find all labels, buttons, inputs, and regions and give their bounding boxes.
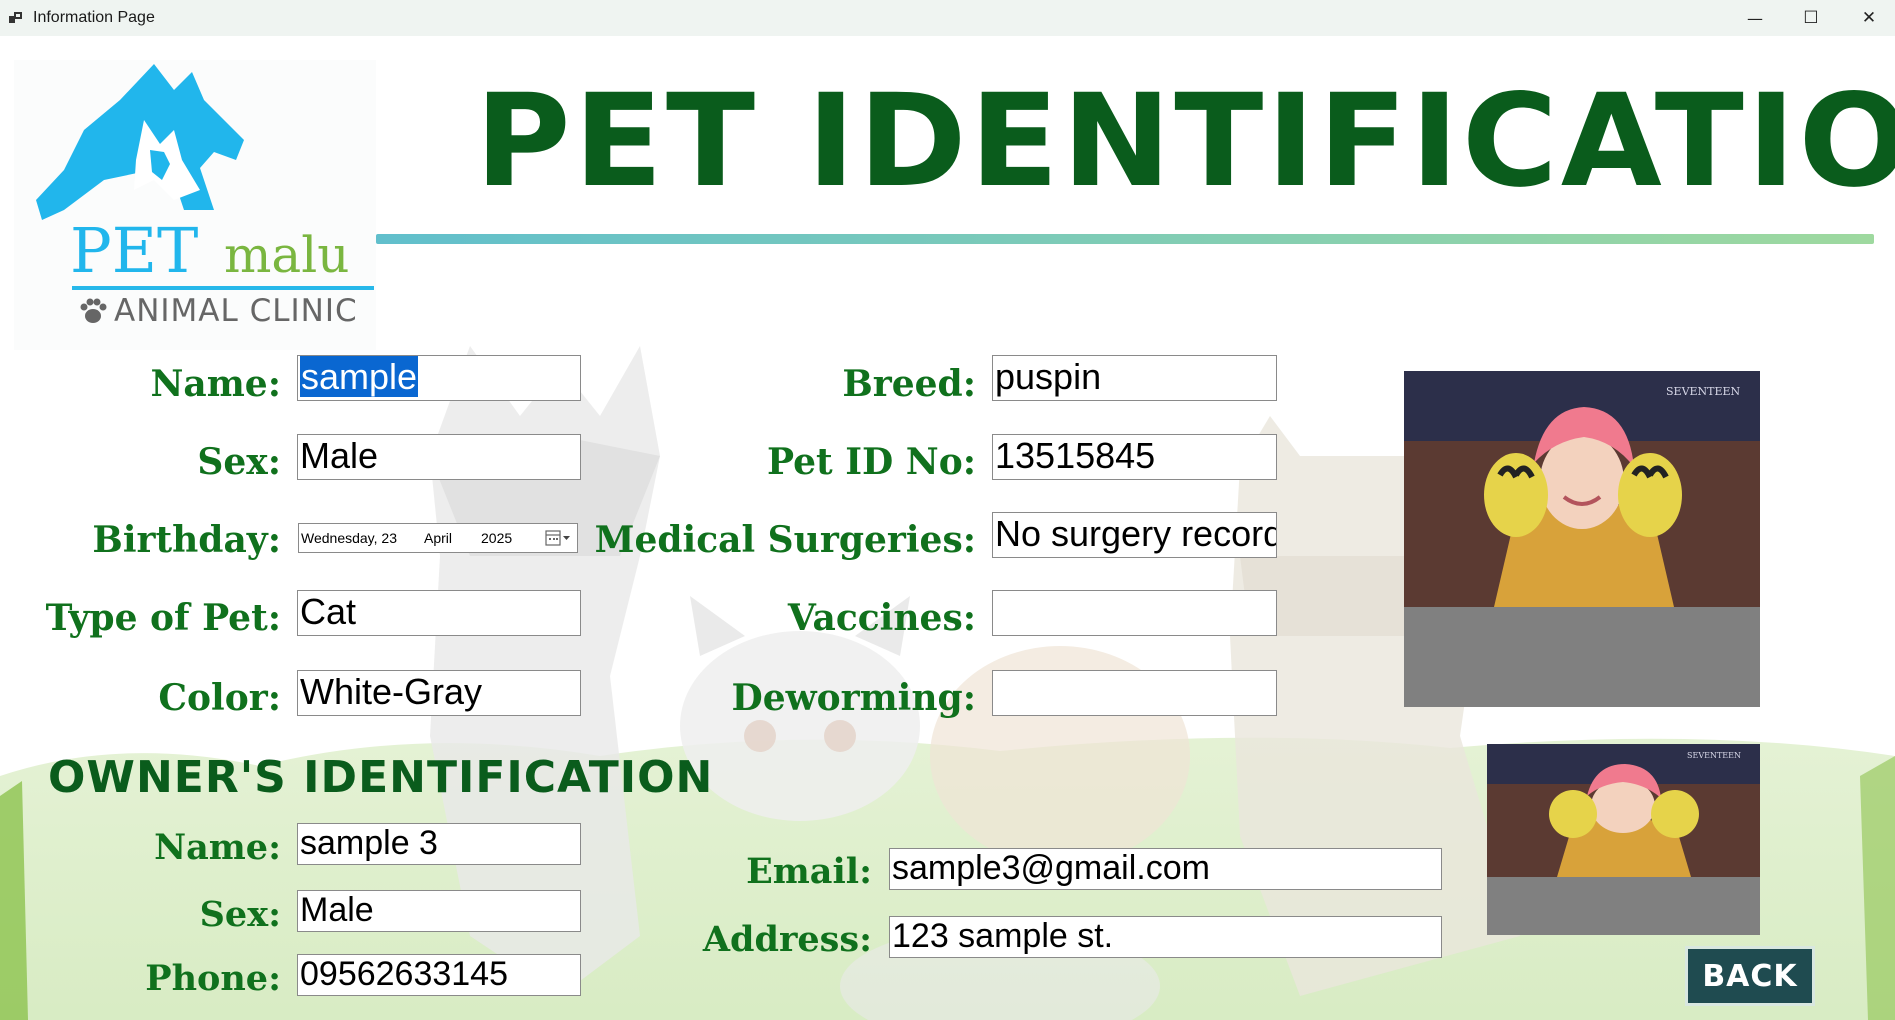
owner-name-label: Name: [154, 827, 281, 868]
pet-vaccines-input[interactable] [992, 590, 1277, 636]
pet-breed-label: Breed: [842, 363, 976, 405]
birthday-year: 2025 [481, 530, 513, 546]
title-divider [376, 234, 1874, 244]
pet-breed-input[interactable]: puspin [992, 355, 1277, 401]
pet-color-label: Color: [158, 677, 281, 719]
owner-photo-image: SEVENTEEN [1487, 744, 1760, 877]
logo-clinic-name: ANIMAL CLINIC [114, 293, 358, 329]
birthday-weekday-day: Wednesday, 23 [301, 530, 397, 546]
pet-name-input[interactable]: sample [297, 355, 581, 401]
close-button[interactable]: ✕ [1840, 0, 1895, 36]
title-bar: Information Page — ☐ ✕ [0, 0, 1895, 36]
owner-address-label: Address: [702, 919, 872, 960]
pet-name-value: sample [300, 356, 419, 397]
paw-icon [80, 298, 107, 323]
pet-id-input[interactable]: 13515845 [992, 434, 1277, 480]
page-title: PET IDENTIFICATION [475, 67, 1895, 216]
pet-type-input[interactable]: Cat [297, 590, 581, 636]
owner-section-title: OWNER'S IDENTIFICATION [48, 752, 714, 803]
pet-photo[interactable]: SEVENTEEN [1404, 371, 1760, 707]
clinic-logo: PET malu ANIMAL CLINIC [14, 60, 376, 350]
pet-birthday-picker[interactable]: Wednesday, 23 April 2025 [298, 523, 578, 553]
owner-email-label: Email: [746, 851, 872, 892]
window-title: Information Page [33, 9, 155, 26]
logo-underline [72, 286, 374, 290]
owner-address-input[interactable]: 123 sample st. [889, 916, 1442, 958]
owner-email-input[interactable]: sample3@gmail.com [889, 848, 1442, 890]
minimize-icon: — [1747, 8, 1763, 28]
logo-brand-malu: malu [224, 226, 350, 284]
minimize-button[interactable]: — [1726, 0, 1784, 36]
pet-deworming-input[interactable] [992, 670, 1277, 716]
owner-photo[interactable]: SEVENTEEN [1487, 744, 1760, 935]
app-icon [9, 12, 22, 23]
photo-watermark: SEVENTEEN [1666, 385, 1741, 398]
pet-surgeries-input[interactable]: No surgery record [992, 512, 1277, 558]
back-button[interactable]: BACK [1685, 946, 1815, 1006]
pet-sex-input[interactable]: Male [297, 434, 581, 480]
pet-vaccines-label: Vaccines: [787, 597, 976, 639]
owner-sex-input[interactable]: Male [297, 890, 581, 932]
pet-birthday-label: Birthday: [92, 519, 281, 561]
owner-photo-watermark: SEVENTEEN [1687, 751, 1741, 760]
pet-name-label: Name: [150, 363, 281, 405]
close-icon: ✕ [1861, 8, 1877, 28]
main-panel: PET malu ANIMAL CLINIC PET IDENTIFICATIO… [0, 36, 1895, 1020]
pet-type-label: Type of Pet: [45, 597, 281, 639]
maximize-icon: ☐ [1803, 8, 1819, 28]
logo-brand-pet: PET [70, 214, 199, 287]
maximize-button[interactable]: ☐ [1782, 0, 1840, 36]
birthday-month: April [424, 530, 453, 546]
owner-phone-label: Phone: [145, 958, 281, 999]
pet-sex-label: Sex: [197, 441, 281, 483]
pet-photo-image: SEVENTEEN [1404, 371, 1760, 607]
pet-id-label: Pet ID No: [767, 441, 976, 483]
calendar-dropdown-icon[interactable] [545, 529, 571, 547]
pet-deworming-label: Deworming: [731, 677, 977, 719]
pet-silhouette-icon [36, 64, 244, 220]
pet-color-input[interactable]: White-Gray [297, 670, 581, 716]
owner-name-input[interactable]: sample 3 [297, 823, 581, 865]
pet-surgeries-label: Medical Surgeries: [594, 519, 976, 561]
owner-sex-label: Sex: [199, 894, 281, 935]
owner-phone-input[interactable]: 09562633145 [297, 954, 581, 996]
